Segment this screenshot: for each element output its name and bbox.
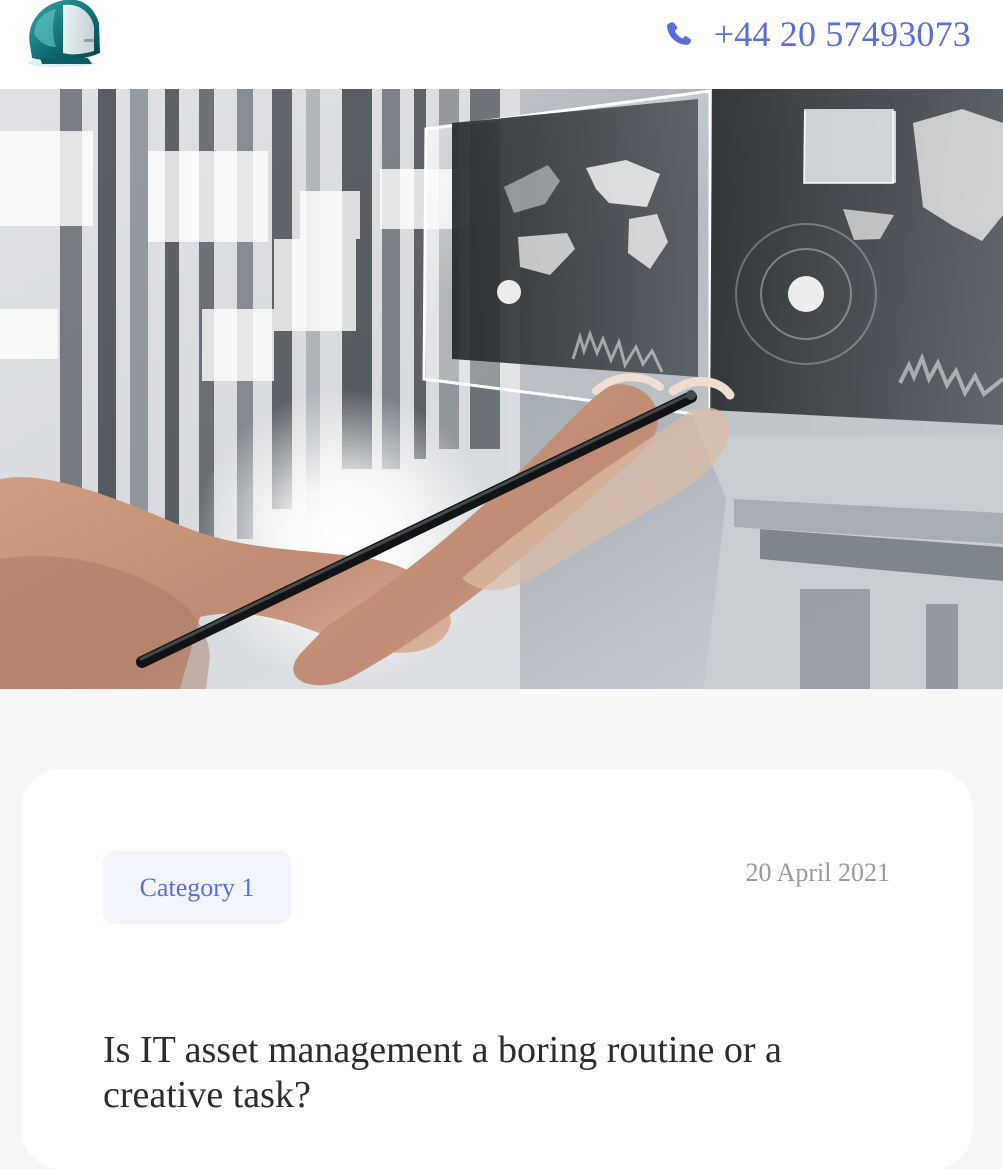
hero-illustration bbox=[0, 89, 1003, 689]
computer-logo-icon bbox=[28, 0, 100, 67]
site-logo[interactable] bbox=[22, 0, 104, 69]
phone-number: +44 20 57493073 bbox=[713, 14, 971, 54]
post-card: Category 1 20 April 2021 Is IT asset man… bbox=[21, 769, 973, 1169]
post-date: 20 April 2021 bbox=[745, 858, 890, 887]
post-title[interactable]: Is IT asset management a boring routine … bbox=[103, 1028, 883, 1118]
hero-image bbox=[0, 89, 1003, 689]
site-header: +44 20 57493073 bbox=[0, 0, 1003, 89]
phone-icon-wrapper bbox=[664, 19, 694, 49]
phone-icon bbox=[666, 22, 691, 45]
category-badge[interactable]: Category 1 bbox=[103, 851, 291, 924]
article-preview: Category 1 20 April 2021 Is IT asset man… bbox=[0, 89, 1003, 1169]
phone-link[interactable]: +44 20 57493073 bbox=[664, 12, 971, 56]
